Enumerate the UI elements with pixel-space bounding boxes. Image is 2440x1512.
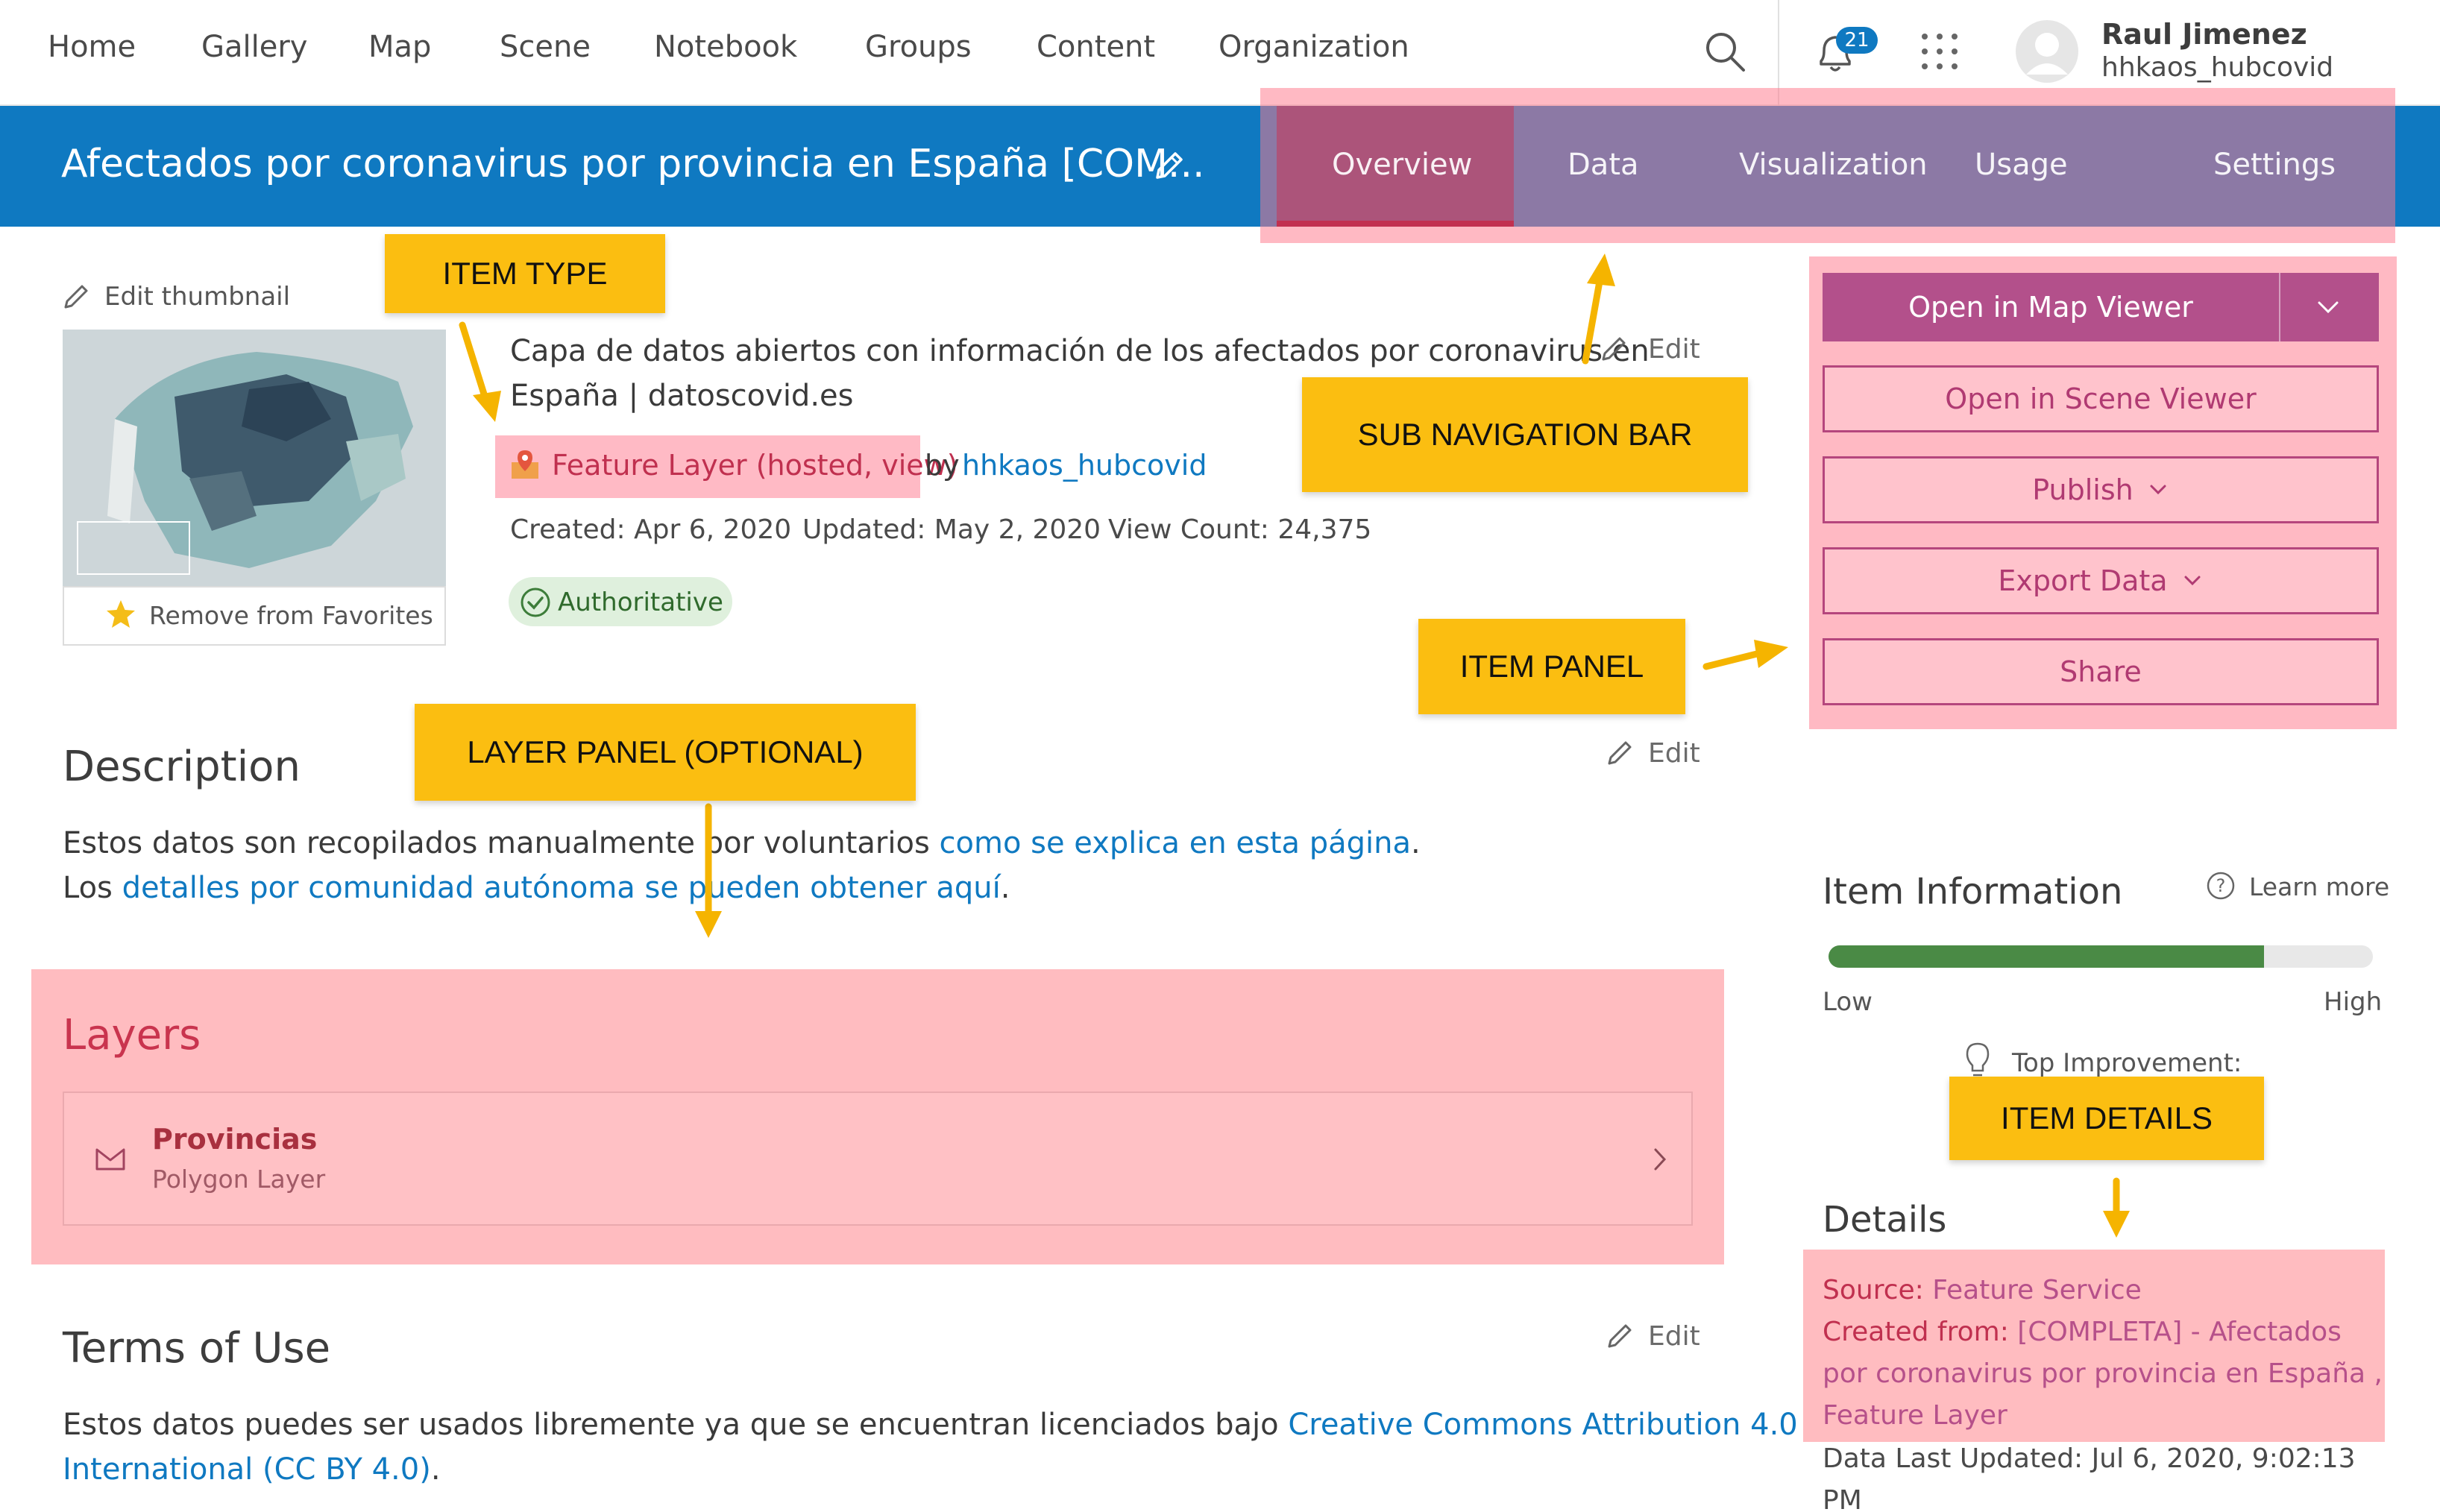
callout-item-type: ITEM TYPE [385, 234, 665, 313]
callout-item-panel: ITEM PANEL [1418, 619, 1685, 714]
callout-layer-panel: LAYER PANEL (OPTIONAL) [415, 704, 916, 801]
annotation-arrows [459, 253, 2130, 1238]
callout-item-details: ITEM DETAILS [1949, 1077, 2264, 1160]
callout-sub-navigation-bar: SUB NAVIGATION BAR [1302, 377, 1748, 492]
